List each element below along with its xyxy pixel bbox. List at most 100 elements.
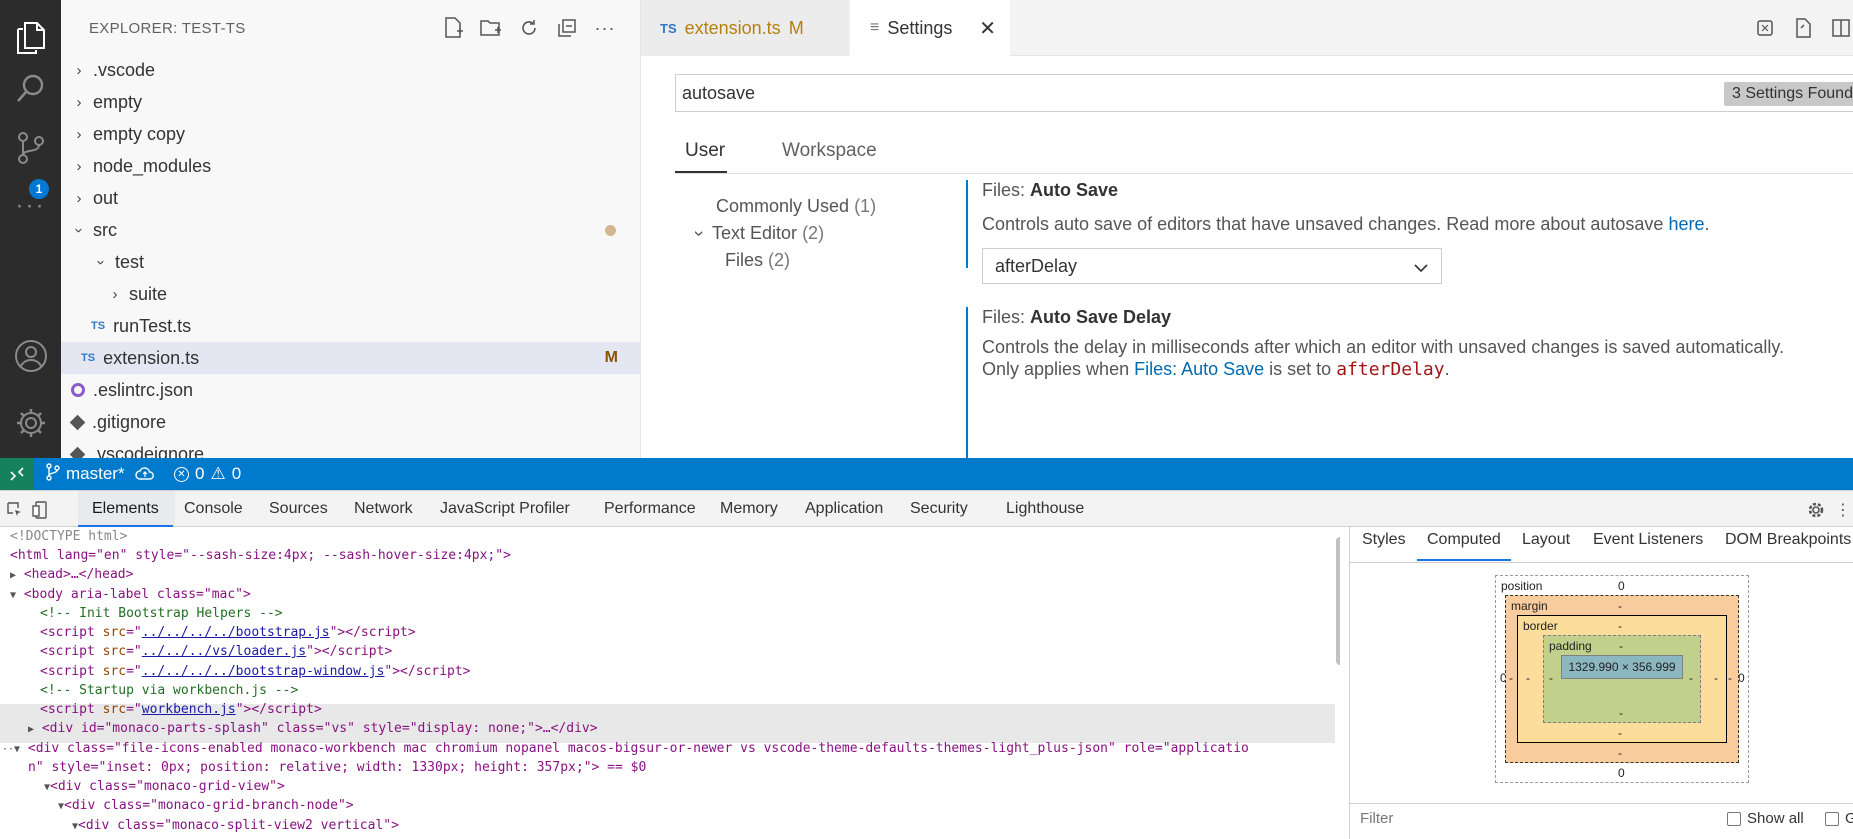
tab-workspace[interactable]: Workspace — [782, 140, 877, 162]
dom-line-splash[interactable]: ▶ <div id="monaco-parts-splash" class="v… — [28, 719, 598, 739]
tree-item-empty-copy[interactable]: › empty copy — [61, 118, 640, 150]
position-top-value[interactable]: 0 — [1618, 579, 1625, 593]
more-icon[interactable]: ··· — [0, 176, 61, 236]
toc-item-text-editor[interactable]: › Text Editor (2) — [690, 223, 825, 244]
toc-item-files[interactable]: Files (2) — [725, 250, 790, 271]
margin-left-value[interactable]: - — [1509, 671, 1513, 685]
padding-right-value[interactable]: - — [1689, 671, 1693, 685]
new-folder-icon[interactable] — [479, 16, 503, 40]
tree-item-gitignore[interactable]: .gitignore — [61, 406, 640, 438]
manage-gear-icon[interactable] — [0, 393, 61, 453]
script-src-link[interactable]: workbench.js — [142, 702, 236, 717]
filter-input[interactable]: Filter — [1360, 810, 1393, 827]
collapse-all-icon[interactable] — [555, 16, 579, 40]
tab-extension-ts[interactable]: TS extension.ts M — [641, 0, 849, 56]
margin-top-value[interactable]: - — [1618, 599, 1622, 613]
toc-item-commonly-used[interactable]: Commonly Used (1) — [716, 196, 876, 217]
border-bottom-value[interactable]: - — [1618, 726, 1622, 740]
dom-line-head[interactable]: ▶ <head>…</head> — [10, 565, 133, 585]
expand-triangle-icon[interactable]: ▶ — [28, 724, 34, 735]
padding-left-value[interactable]: - — [1549, 671, 1553, 685]
settings-search-input[interactable] — [682, 81, 1682, 105]
inspect-element-icon[interactable] — [4, 499, 26, 521]
margin-bottom-value[interactable]: - — [1618, 746, 1622, 760]
padding-top-value[interactable]: - — [1619, 639, 1623, 653]
tree-item-suite[interactable]: › suite — [61, 278, 640, 310]
problems-status[interactable]: ✕ 0 ⚠ 0 — [174, 458, 241, 490]
dom-line-script[interactable]: <script src="workbench.js"></script> — [40, 700, 322, 719]
split-editor-icon[interactable] — [1829, 16, 1853, 40]
tab-elements[interactable]: Elements — [78, 500, 173, 527]
dom-line-workbench-cont[interactable]: n" style="inset: 0px; position: relative… — [28, 758, 646, 777]
collapse-triangle-icon[interactable]: ▼ — [10, 590, 16, 601]
remote-icon[interactable] — [0, 458, 34, 490]
tab-settings[interactable]: ≡ Settings ✕ — [850, 0, 1010, 56]
dom-line-grid-view[interactable]: ▼<div class="monaco-grid-view"> — [44, 777, 285, 797]
auto-save-select[interactable]: afterDelay — [982, 248, 1442, 284]
padding-bottom-value[interactable]: - — [1619, 706, 1623, 720]
group-checkbox[interactable] — [1825, 812, 1839, 826]
close-icon[interactable]: ✕ — [979, 16, 996, 41]
open-settings-json-icon[interactable] — [1791, 16, 1815, 40]
tree-item-vscodeignore[interactable]: .vscodeignore — [61, 438, 640, 458]
tree-item-node-modules[interactable]: › node_modules — [61, 150, 640, 182]
search-icon[interactable] — [0, 58, 61, 118]
tree-item-vscode[interactable]: › .vscode — [61, 54, 640, 86]
new-file-icon[interactable] — [441, 16, 465, 40]
dom-line-split-view[interactable]: ▼<div class="monaco-split-view2 vertical… — [72, 816, 399, 836]
account-icon[interactable] — [0, 326, 61, 386]
branch-status[interactable]: master* — [46, 458, 125, 490]
dom-line-comment[interactable]: <!-- Startup via workbench.js --> — [40, 681, 298, 700]
tab-sources[interactable]: Sources — [269, 500, 328, 518]
collapse-triangle-icon[interactable]: ··▼ — [2, 744, 20, 755]
tree-item-test[interactable]: › test — [61, 246, 640, 278]
source-control-icon[interactable] — [0, 118, 61, 178]
tab-dom-breakpoints[interactable]: DOM Breakpoints — [1725, 531, 1851, 549]
expand-triangle-icon[interactable]: ▶ — [10, 570, 16, 581]
border-right-value[interactable]: - — [1714, 671, 1718, 685]
tab-memory[interactable]: Memory — [720, 500, 778, 518]
auto-save-setting-link[interactable]: Files: Auto Save — [1134, 359, 1264, 379]
tree-item-empty[interactable]: › empty — [61, 86, 640, 118]
dom-line-doctype[interactable]: <!DOCTYPE html> — [10, 527, 127, 546]
tab-user[interactable]: User — [674, 140, 728, 173]
dom-line-comment[interactable]: <!-- Init Bootstrap Helpers --> — [40, 604, 283, 623]
dom-scrollbar[interactable] — [1336, 537, 1340, 665]
tab-event-listeners[interactable]: Event Listeners — [1593, 531, 1703, 549]
dom-line-html[interactable]: <html lang="en" style="--sash-size:4px; … — [10, 546, 511, 565]
tab-layout[interactable]: Layout — [1522, 531, 1570, 549]
tree-item-src[interactable]: › src — [61, 214, 640, 246]
script-src-link[interactable]: ../../../../bootstrap.js — [142, 625, 330, 640]
tab-security[interactable]: Security — [910, 500, 968, 518]
tab-styles[interactable]: Styles — [1362, 531, 1406, 549]
sync-icon[interactable] — [135, 458, 155, 490]
refresh-icon[interactable] — [517, 16, 541, 40]
dom-line-script[interactable]: <script src="../../../../bootstrap.js"><… — [40, 623, 416, 642]
tab-console[interactable]: Console — [184, 500, 243, 518]
more-actions-icon[interactable]: ··· — [593, 16, 617, 40]
dom-line-grid-branch[interactable]: ▼<div class="monaco-grid-branch-node"> — [58, 796, 354, 816]
tree-item-runtest[interactable]: TS runTest.ts — [61, 310, 640, 342]
tab-lighthouse[interactable]: Lighthouse — [1006, 500, 1084, 518]
dom-line-workbench[interactable]: ··▼ <div class="file-icons-enabled monac… — [2, 739, 1249, 759]
autosave-help-link[interactable]: here — [1668, 214, 1704, 234]
tree-item-out[interactable]: › out — [61, 182, 640, 214]
dom-line-script[interactable]: <script src="../../../../bootstrap-windo… — [40, 662, 471, 681]
more-options-icon[interactable]: ⋮ — [1832, 499, 1853, 521]
position-bottom-value[interactable]: 0 — [1618, 766, 1625, 780]
border-left-value[interactable]: - — [1526, 671, 1530, 685]
tree-item-eslintrc[interactable]: .eslintrc.json — [61, 374, 640, 406]
border-top-value[interactable]: - — [1618, 619, 1622, 633]
tab-performance[interactable]: Performance — [604, 500, 696, 518]
open-json-icon[interactable] — [1753, 16, 1777, 40]
settings-gear-icon[interactable] — [1805, 499, 1827, 521]
margin-right-value[interactable]: - — [1728, 671, 1732, 685]
tab-network[interactable]: Network — [354, 500, 413, 518]
box-content-size[interactable]: 1329.990 × 356.999 — [1561, 655, 1683, 679]
tab-application[interactable]: Application — [805, 500, 883, 518]
show-all-checkbox[interactable] — [1727, 812, 1741, 826]
script-src-link[interactable]: ../../../../bootstrap-window.js — [142, 664, 385, 679]
device-toolbar-icon[interactable] — [29, 499, 51, 521]
position-right-value[interactable]: 0 — [1738, 671, 1745, 685]
script-src-link[interactable]: ../../../vs/loader.js — [142, 644, 306, 659]
